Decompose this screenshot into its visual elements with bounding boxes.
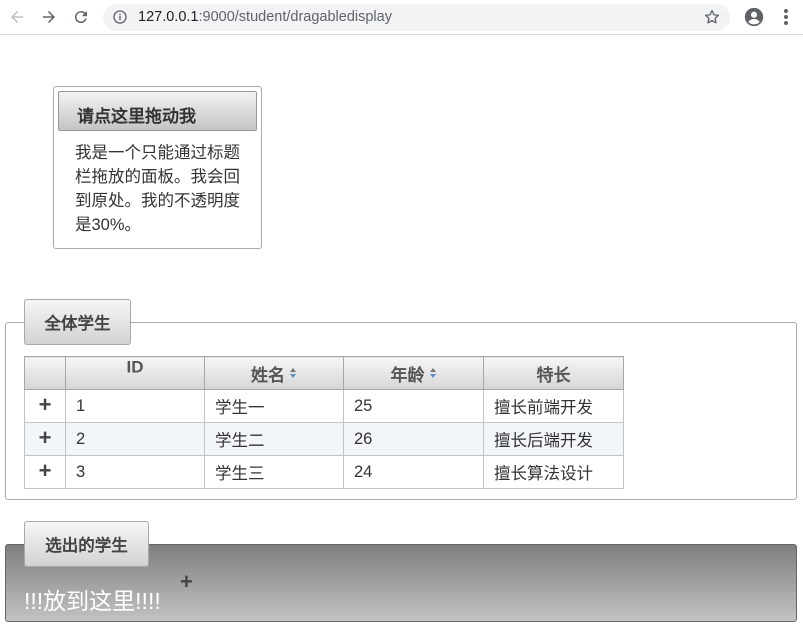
account-icon[interactable] <box>743 6 765 28</box>
selected-students-legend[interactable]: 选出的学生 <box>24 521 149 567</box>
cell-skill: 擅长前端开发 <box>483 389 624 423</box>
cell-age: 26 <box>343 422 484 456</box>
cell-name: 学生三 <box>204 455 344 489</box>
reload-icon <box>74 11 87 24</box>
add-row-button[interactable]: + <box>24 455 66 489</box>
back-button[interactable] <box>6 6 28 28</box>
cell-age: 25 <box>343 389 484 423</box>
cell-name: 学生一 <box>204 389 344 423</box>
header-add <box>24 356 66 390</box>
all-students-legend[interactable]: 全体学生 <box>24 299 131 345</box>
arrow-left-icon <box>11 11 23 23</box>
drag-panel-title: 请点这里拖动我 <box>77 107 196 126</box>
cell-id: 1 <box>65 389 205 423</box>
cell-age: 24 <box>343 455 484 489</box>
add-row-button[interactable]: + <box>24 389 66 423</box>
cell-skill: 擅长后端开发 <box>483 422 624 456</box>
cell-id: 3 <box>65 455 205 489</box>
cell-id: 2 <box>65 422 205 456</box>
header-name[interactable]: 姓名 <box>204 356 344 390</box>
arrow-right-icon <box>43 11 55 23</box>
url-host: 127.0.0.1 <box>138 9 199 25</box>
star-icon[interactable] <box>703 8 721 26</box>
cell-skill: 擅长算法设计 <box>483 455 624 489</box>
info-icon[interactable] <box>112 9 128 25</box>
url-text: 127.0.0.1:9000/student/dragabledisplay <box>138 8 392 27</box>
browser-toolbar: 127.0.0.1:9000/student/dragabledisplay <box>0 0 803 35</box>
drop-hint: !!!放到这里!!!! <box>24 588 161 614</box>
header-age[interactable]: 年龄 <box>343 356 484 390</box>
table-row[interactable]: + 3 学生三 24 擅长算法设计 <box>24 455 624 489</box>
url-path: :9000/student/dragabledisplay <box>198 9 392 25</box>
table-row[interactable]: + 1 学生一 25 擅长前端开发 <box>24 389 624 423</box>
sort-icon[interactable] <box>429 367 437 379</box>
reload-button[interactable] <box>70 6 92 28</box>
table-header-row: ID 姓名 年龄 特长 <box>24 356 624 390</box>
more-options-icon[interactable] <box>779 6 793 28</box>
plus-icon[interactable]: + <box>39 427 52 449</box>
plus-icon: + <box>180 569 193 594</box>
cell-name: 学生二 <box>204 422 344 456</box>
table-row[interactable]: + 2 学生二 26 擅长后端开发 <box>24 422 624 456</box>
plus-icon[interactable]: + <box>39 394 52 416</box>
drag-handle[interactable]: 请点这里拖动我 <box>58 91 257 131</box>
header-skill: 特长 <box>483 356 624 390</box>
sort-icon[interactable] <box>289 367 297 379</box>
draggable-panel: 请点这里拖动我 我是一个只能通过标题栏拖放的面板。我会回到原处。我的不透明度是3… <box>53 86 262 249</box>
address-bar[interactable]: 127.0.0.1:9000/student/dragabledisplay <box>103 4 730 31</box>
header-id: ID <box>65 356 205 390</box>
drag-panel-body: 我是一个只能通过标题栏拖放的面板。我会回到原处。我的不透明度是30%。 <box>75 144 240 234</box>
add-row-button[interactable]: + <box>24 422 66 456</box>
plus-icon[interactable]: + <box>39 460 52 482</box>
students-table: ID 姓名 年龄 特长 + 1 学生一 25 擅长前端开发 + 2 学生二 26… <box>24 356 624 489</box>
forward-button[interactable] <box>38 6 60 28</box>
